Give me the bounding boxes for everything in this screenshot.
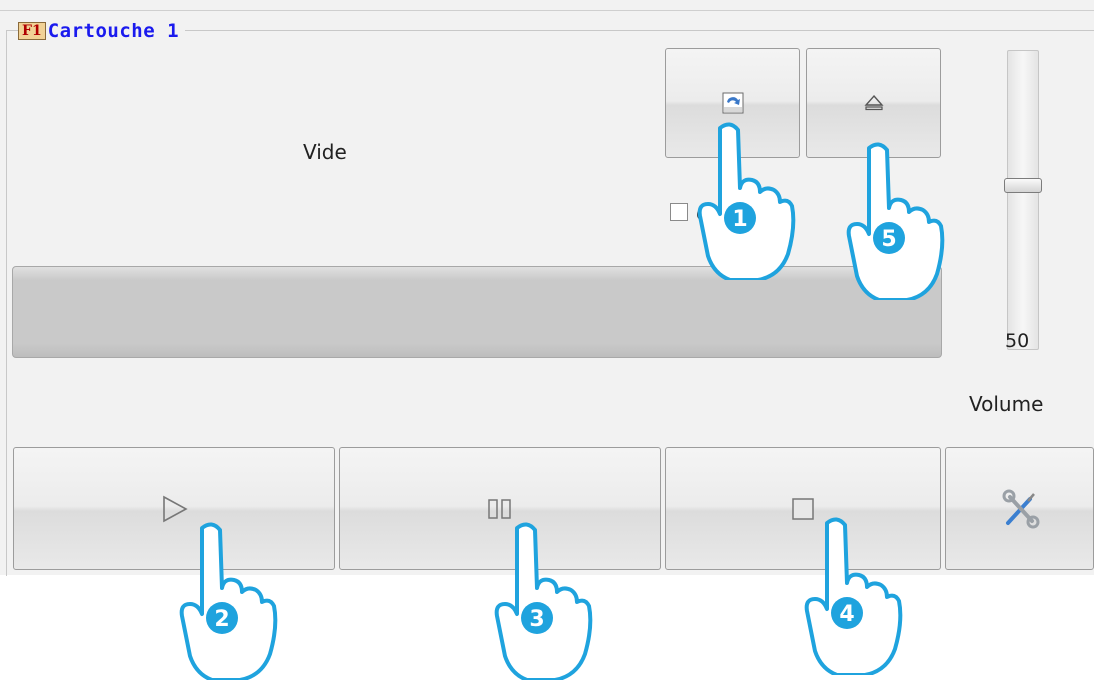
pointing-hand-icon: 5 (846, 142, 945, 300)
callout-number: 3 (529, 607, 544, 632)
callout-number: 5 (881, 227, 896, 252)
volume-slider-track[interactable] (1007, 50, 1039, 350)
callout-number: 2 (214, 607, 229, 632)
callout-number: 4 (839, 602, 854, 627)
pointing-hand-icon: 3 (494, 522, 593, 680)
cartridge-title: Cartouche 1 (47, 20, 180, 42)
wrench-screwdriver-icon (1002, 489, 1039, 528)
callout-number: 1 (732, 207, 747, 232)
cartridge-header: F1 Cartouche 1 (18, 20, 186, 42)
hotkey-badge: F1 (18, 22, 46, 40)
cycle-checkbox[interactable] (670, 203, 688, 221)
pointing-hand-icon: 4 (804, 517, 903, 675)
eject-icon (863, 94, 884, 111)
pointing-hand-icon: 2 (179, 522, 278, 680)
pause-icon (488, 498, 511, 519)
volume-label: Volume (969, 392, 1044, 416)
play-icon (163, 495, 188, 522)
pointing-hand-icon: 1 (697, 122, 796, 280)
load-cart-icon (722, 92, 743, 114)
volume-slider-handle[interactable] (1004, 178, 1042, 193)
cartridge-status: Vide (303, 140, 347, 164)
top-divider (0, 10, 1094, 11)
volume-value: 50 (1005, 330, 1030, 352)
cartridge-progress-bar (12, 266, 942, 358)
settings-button[interactable] (945, 447, 1094, 570)
